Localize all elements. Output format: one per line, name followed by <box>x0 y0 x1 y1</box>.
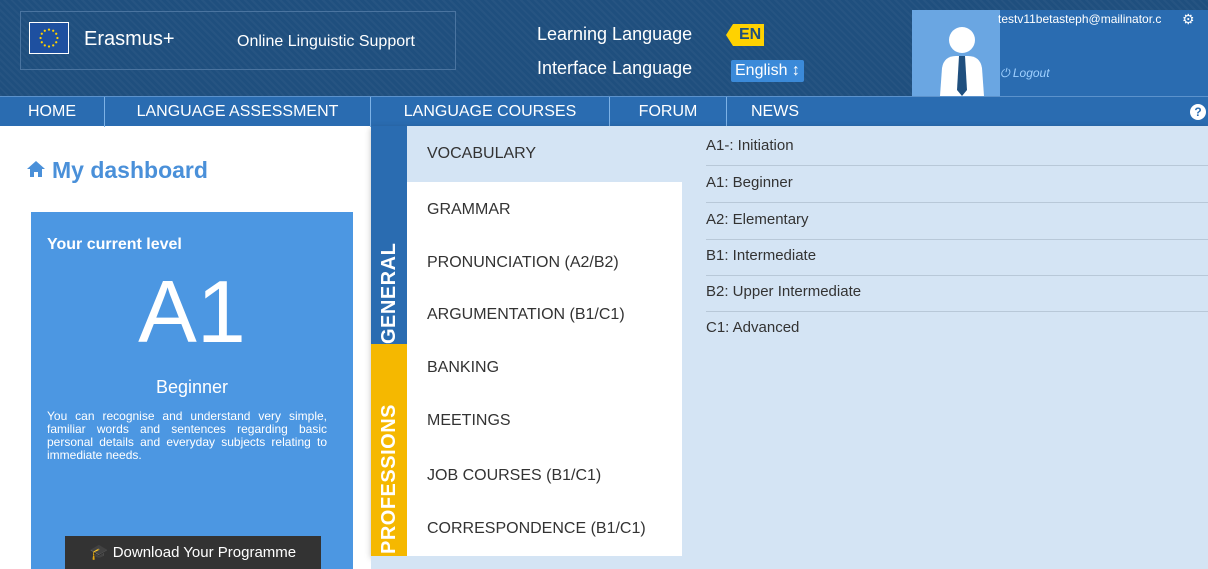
logout-label: Logout <box>1012 66 1050 80</box>
help-icon[interactable]: ? <box>1190 104 1206 120</box>
level-label: Your current level <box>47 236 182 253</box>
level-item[interactable]: A2: Elementary <box>706 203 1208 240</box>
user-email: testv11betasteph@mailinator.c <box>998 12 1162 26</box>
home-icon <box>26 160 46 183</box>
logout-link[interactable]: ⏻ Logout <box>1000 66 1050 81</box>
level-item-label: B1: Intermediate <box>706 247 817 264</box>
course-meetings[interactable]: MEETINGS <box>427 412 511 430</box>
level-item-label: B2: Upper Intermediate <box>706 283 862 300</box>
level-item-label: A1: Beginner <box>706 174 793 191</box>
course-pronunciation[interactable]: PRONUNCIATION (A2/B2) <box>427 254 619 272</box>
course-banking[interactable]: BANKING <box>427 359 499 377</box>
level-item-label: A1-: Initiation <box>706 137 794 154</box>
brand-name: Erasmus+ <box>84 28 175 50</box>
learning-language-badge[interactable]: EN <box>725 24 765 46</box>
interface-language-label: Interface Language <box>537 58 693 78</box>
course-argumentation[interactable]: ARGUMENTATION (B1/C1) <box>427 306 625 324</box>
level-item[interactable]: A1-: Initiation <box>706 129 1208 166</box>
nav-language-courses[interactable]: LANGUAGE COURSES <box>371 97 609 127</box>
level-item[interactable]: C1: Advanced <box>706 311 1208 348</box>
interface-language-select[interactable]: English ↕ <box>731 60 804 82</box>
power-icon: ⏻ <box>1000 66 1010 80</box>
page-title: My dashboard <box>52 157 208 183</box>
tab-general[interactable]: GENERAL <box>371 126 407 344</box>
course-list: VOCABULARY GRAMMAR PRONUNCIATION (A2/B2)… <box>407 126 682 556</box>
level-name: Beginner <box>155 377 229 397</box>
level-item[interactable]: B1: Intermediate <box>706 239 1208 276</box>
current-level-card: Your current level A1 Beginner You can r… <box>31 212 353 569</box>
site-subtitle: Online Linguistic Support <box>237 33 415 50</box>
settings-gear-icon[interactable]: ⚙ <box>1182 11 1195 28</box>
level-list: A1-: Initiation A1: Beginner A2: Element… <box>682 126 1208 556</box>
course-job-courses[interactable]: JOB COURSES (B1/C1) <box>427 467 601 485</box>
nav-news[interactable]: NEWS <box>727 97 823 127</box>
level-item[interactable]: A1: Beginner <box>706 166 1208 203</box>
level-description: You can recognise and understand very si… <box>47 409 327 462</box>
logo-area[interactable]: Erasmus+ Online Linguistic Support <box>20 11 456 70</box>
tab-professions[interactable]: PROFESSIONS <box>371 344 407 556</box>
level-item-label: C1: Advanced <box>706 319 800 336</box>
level-item[interactable]: B2: Upper Intermediate <box>706 275 1208 312</box>
level-item-label: A2: Elementary <box>706 211 809 228</box>
user-panel: testv11betasteph@mailinator.c ⚙ ⏻ Logout <box>912 10 1208 96</box>
download-programme-button[interactable]: 🎓 Download Your Programme <box>65 536 321 569</box>
site-header: Erasmus+ Online Linguistic Support Learn… <box>0 0 1208 96</box>
nav-home[interactable]: HOME <box>0 97 104 127</box>
tab-professions-label: PROFESSIONS <box>378 404 400 554</box>
download-label: Download Your Programme <box>112 544 297 561</box>
nav-language-assessment[interactable]: LANGUAGE ASSESSMENT <box>105 97 370 127</box>
course-vocabulary[interactable]: VOCABULARY <box>427 145 536 163</box>
level-code: A1 <box>138 262 246 361</box>
tab-general-label: GENERAL <box>378 242 400 344</box>
course-grammar[interactable]: GRAMMAR <box>427 201 511 219</box>
eu-flag-icon <box>29 22 69 54</box>
learning-language-label: Learning Language <box>537 24 693 44</box>
graduation-cap-icon: 🎓 <box>89 544 109 561</box>
main-nav: HOME LANGUAGE ASSESSMENT LANGUAGE COURSE… <box>0 96 1208 127</box>
avatar[interactable] <box>912 10 1000 96</box>
course-correspondence[interactable]: CORRESPONDENCE (B1/C1) <box>427 520 646 538</box>
nav-forum[interactable]: FORUM <box>610 97 726 127</box>
